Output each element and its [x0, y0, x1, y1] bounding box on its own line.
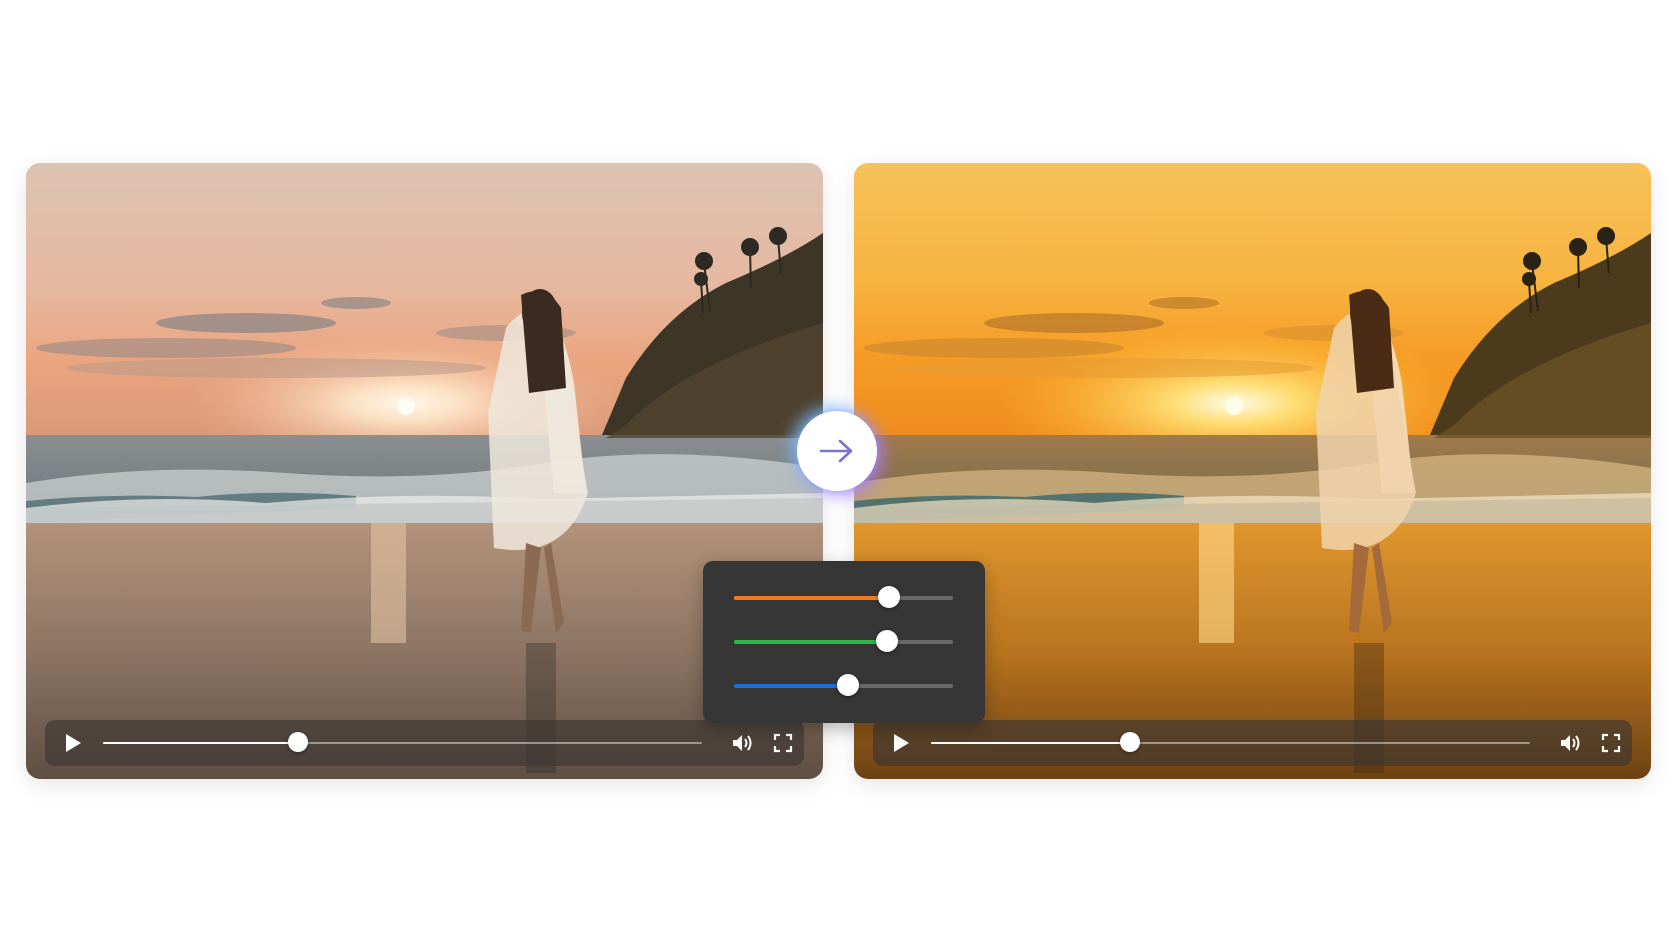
before-fullscreen-button[interactable]	[766, 720, 800, 766]
before-progress-handle[interactable]	[288, 732, 309, 752]
fullscreen-icon	[1601, 733, 1621, 753]
green-slider-handle[interactable]	[876, 630, 899, 652]
arrow-right-icon	[819, 439, 853, 463]
green-slider[interactable]	[734, 629, 953, 653]
fullscreen-icon	[773, 733, 793, 753]
after-progress-handle[interactable]	[1119, 732, 1140, 752]
transform-arrow-button[interactable]	[797, 411, 877, 491]
play-icon	[894, 734, 909, 752]
volume-icon	[1561, 735, 1580, 751]
after-player-controls	[873, 720, 1632, 766]
before-progress-track[interactable]	[103, 732, 702, 752]
orange-slider-handle[interactable]	[878, 586, 901, 608]
color-adjustment-panel	[703, 561, 985, 723]
after-progress-track[interactable]	[931, 732, 1530, 752]
orange-slider-fill	[734, 596, 890, 600]
volume-icon	[733, 735, 752, 751]
after-fullscreen-button[interactable]	[1594, 720, 1628, 766]
after-volume-button[interactable]	[1554, 720, 1588, 766]
play-icon	[66, 734, 81, 752]
before-progress-fill	[103, 742, 299, 744]
before-player-controls	[45, 720, 804, 766]
after-progress-fill	[931, 742, 1130, 744]
before-play-button[interactable]	[56, 720, 90, 766]
orange-slider[interactable]	[734, 585, 953, 609]
blue-slider[interactable]	[734, 673, 953, 697]
blue-slider-fill	[734, 684, 848, 688]
before-volume-button[interactable]	[726, 720, 760, 766]
green-slider-fill	[734, 640, 888, 644]
after-play-button[interactable]	[884, 720, 918, 766]
blue-slider-handle[interactable]	[836, 674, 859, 696]
